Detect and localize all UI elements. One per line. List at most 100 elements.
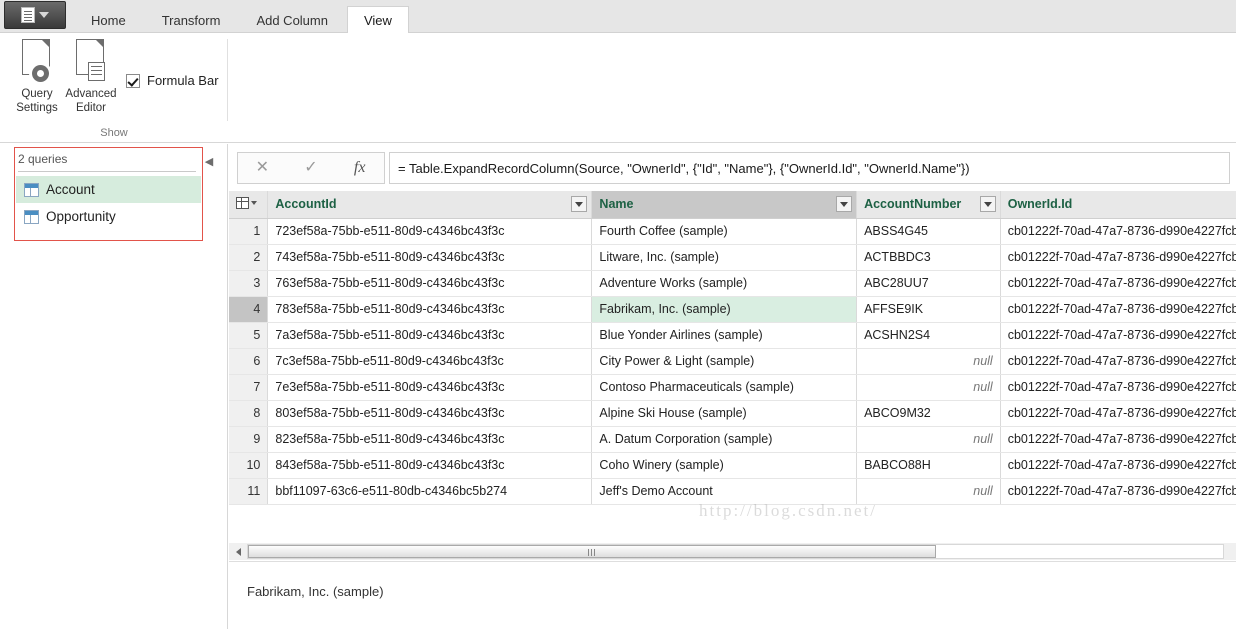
table-row[interactable]: 2 743ef58a-75bb-e511-80d9-c4346bc43f3c L… <box>229 244 1236 271</box>
cell-ownerid-id[interactable]: cb01222f-70ad-47a7-8736-d990e4227fcb <box>1000 270 1236 297</box>
cell-name[interactable]: Fourth Coffee (sample) <box>591 218 858 245</box>
row-number[interactable]: 1 <box>229 218 269 245</box>
cell-accountid[interactable]: 803ef58a-75bb-e511-80d9-c4346bc43f3c <box>267 400 593 427</box>
cell-accountid[interactable]: 743ef58a-75bb-e511-80d9-c4346bc43f3c <box>267 244 593 271</box>
table-row[interactable]: 10 843ef58a-75bb-e511-80d9-c4346bc43f3c … <box>229 452 1236 479</box>
check-icon[interactable]: ✓ <box>287 153 336 183</box>
table-row[interactable]: 1 723ef58a-75bb-e511-80d9-c4346bc43f3c F… <box>229 218 1236 245</box>
cell-ownerid-id[interactable]: cb01222f-70ad-47a7-8736-d990e4227fcb <box>1000 478 1236 505</box>
cell-name[interactable]: Fabrikam, Inc. (sample) <box>591 296 858 323</box>
data-grid-table: AccountId Name AccountNumber OwnerId.Id <box>229 191 1236 505</box>
cell-name[interactable]: Blue Yonder Airlines (sample) <box>591 322 858 349</box>
cell-accountnumber[interactable]: ACSHN2S4 <box>856 322 1001 349</box>
cell-ownerid-id[interactable]: cb01222f-70ad-47a7-8736-d990e4227fcb <box>1000 244 1236 271</box>
table-row[interactable]: 8 803ef58a-75bb-e511-80d9-c4346bc43f3c A… <box>229 400 1236 427</box>
close-icon[interactable]: ✕ <box>238 153 287 183</box>
column-header-ownerid-id[interactable]: OwnerId.Id <box>1000 191 1236 219</box>
formula-input[interactable]: = Table.ExpandRecordColumn(Source, "Owne… <box>389 152 1230 184</box>
cell-ownerid-id[interactable]: cb01222f-70ad-47a7-8736-d990e4227fcb <box>1000 426 1236 453</box>
cell-name[interactable]: Coho Winery (sample) <box>591 452 858 479</box>
table-row[interactable]: 7 7e3ef58a-75bb-e511-80d9-c4346bc43f3c C… <box>229 374 1236 401</box>
query-settings-icon <box>18 39 56 83</box>
cell-accountnumber[interactable]: null <box>856 348 1001 375</box>
cell-ownerid-id[interactable]: cb01222f-70ad-47a7-8736-d990e4227fcb <box>1000 348 1236 375</box>
select-all-grid-icon[interactable] <box>229 191 269 219</box>
query-item-account[interactable]: Account <box>16 176 201 203</box>
cell-accountnumber[interactable]: ABSS4G45 <box>856 218 1001 245</box>
cell-ownerid-id[interactable]: cb01222f-70ad-47a7-8736-d990e4227fcb <box>1000 400 1236 427</box>
cell-accountid[interactable]: 7a3ef58a-75bb-e511-80d9-c4346bc43f3c <box>267 322 593 349</box>
cell-name[interactable]: Adventure Works (sample) <box>591 270 858 297</box>
cell-accountid[interactable]: 7e3ef58a-75bb-e511-80d9-c4346bc43f3c <box>267 374 593 401</box>
cell-name[interactable]: A. Datum Corporation (sample) <box>591 426 858 453</box>
cell-name[interactable]: Litware, Inc. (sample) <box>591 244 858 271</box>
cell-accountid[interactable]: 843ef58a-75bb-e511-80d9-c4346bc43f3c <box>267 452 593 479</box>
fx-icon[interactable]: fx <box>335 153 384 183</box>
query-item-opportunity[interactable]: Opportunity <box>16 203 201 230</box>
app-menu-icon <box>21 7 35 23</box>
cell-ownerid-id[interactable]: cb01222f-70ad-47a7-8736-d990e4227fcb <box>1000 218 1236 245</box>
scrollbar-track[interactable] <box>247 544 1224 559</box>
cell-accountid[interactable]: 7c3ef58a-75bb-e511-80d9-c4346bc43f3c <box>267 348 593 375</box>
cell-accountid[interactable]: 723ef58a-75bb-e511-80d9-c4346bc43f3c <box>267 218 593 245</box>
checkbox-checked-icon <box>126 73 140 88</box>
cell-accountnumber[interactable]: ABC28UU7 <box>856 270 1001 297</box>
column-header-accountid-label: AccountId <box>275 197 337 212</box>
cell-accountnumber[interactable]: AFFSE9IK <box>856 296 1001 323</box>
filter-chevron-icon[interactable] <box>979 196 996 212</box>
queries-list: Account Opportunity <box>16 176 201 230</box>
cell-accountnumber[interactable]: null <box>856 426 1001 453</box>
cell-ownerid-id[interactable]: cb01222f-70ad-47a7-8736-d990e4227fcb <box>1000 374 1236 401</box>
row-number[interactable]: 10 <box>229 452 269 479</box>
table-row[interactable]: 9 823ef58a-75bb-e511-80d9-c4346bc43f3c A… <box>229 426 1236 453</box>
cell-name[interactable]: Alpine Ski House (sample) <box>591 400 858 427</box>
row-number[interactable]: 9 <box>229 426 269 453</box>
row-number[interactable]: 4 <box>229 296 269 323</box>
data-grid-header: AccountId Name AccountNumber OwnerId.Id <box>229 191 1236 219</box>
cell-accountid[interactable]: 823ef58a-75bb-e511-80d9-c4346bc43f3c <box>267 426 593 453</box>
table-row[interactable]: 11 bbf11097-63c6-e511-80db-c4346bc5b274 … <box>229 478 1236 505</box>
row-number[interactable]: 11 <box>229 478 269 505</box>
scrollbar-thumb[interactable] <box>248 545 936 558</box>
row-number[interactable]: 7 <box>229 374 269 401</box>
cell-name[interactable]: Jeff's Demo Account <box>591 478 858 505</box>
table-row[interactable]: 5 7a3ef58a-75bb-e511-80d9-c4346bc43f3c B… <box>229 322 1236 349</box>
collapse-left-chevron-icon[interactable]: ◀ <box>203 156 215 168</box>
tab-home[interactable]: Home <box>74 7 143 33</box>
table-row[interactable]: 4 783ef58a-75bb-e511-80d9-c4346bc43f3c F… <box>229 296 1236 323</box>
ribbon-body: Query Settings Advanced Editor Formula B… <box>0 33 1236 143</box>
formula-bar-checkbox[interactable]: Formula Bar <box>126 73 219 88</box>
cell-accountid[interactable]: 783ef58a-75bb-e511-80d9-c4346bc43f3c <box>267 296 593 323</box>
row-number[interactable]: 6 <box>229 348 269 375</box>
cell-accountnumber[interactable]: ACTBBDC3 <box>856 244 1001 271</box>
cell-accountnumber[interactable]: BABCO88H <box>856 452 1001 479</box>
scroll-left-arrow-icon[interactable] <box>231 543 245 560</box>
tab-transform[interactable]: Transform <box>145 7 238 33</box>
row-number[interactable]: 2 <box>229 244 269 271</box>
cell-ownerid-id[interactable]: cb01222f-70ad-47a7-8736-d990e4227fcb <box>1000 296 1236 323</box>
tab-view[interactable]: View <box>346 6 409 34</box>
column-header-accountnumber[interactable]: AccountNumber <box>856 191 1001 219</box>
table-row[interactable]: 3 763ef58a-75bb-e511-80d9-c4346bc43f3c A… <box>229 270 1236 297</box>
table-row[interactable]: 6 7c3ef58a-75bb-e511-80d9-c4346bc43f3c C… <box>229 348 1236 375</box>
column-header-accountid[interactable]: AccountId <box>267 191 593 219</box>
cell-accountnumber[interactable]: ABCO9M32 <box>856 400 1001 427</box>
app-menu-button[interactable] <box>4 1 66 29</box>
cell-accountid[interactable]: bbf11097-63c6-e511-80db-c4346bc5b274 <box>267 478 593 505</box>
filter-chevron-icon[interactable] <box>571 196 588 212</box>
cell-ownerid-id[interactable]: cb01222f-70ad-47a7-8736-d990e4227fcb <box>1000 452 1236 479</box>
row-number[interactable]: 8 <box>229 400 269 427</box>
cell-accountnumber[interactable]: null <box>856 374 1001 401</box>
cell-name[interactable]: City Power & Light (sample) <box>591 348 858 375</box>
advanced-editor-button[interactable]: Advanced Editor <box>58 39 124 115</box>
tab-add-column[interactable]: Add Column <box>239 7 345 33</box>
cell-accountnumber[interactable]: null <box>856 478 1001 505</box>
row-number[interactable]: 5 <box>229 322 269 349</box>
cell-accountid[interactable]: 763ef58a-75bb-e511-80d9-c4346bc43f3c <box>267 270 593 297</box>
column-header-name[interactable]: Name <box>591 191 858 219</box>
cell-ownerid-id[interactable]: cb01222f-70ad-47a7-8736-d990e4227fcb <box>1000 322 1236 349</box>
cell-name[interactable]: Contoso Pharmaceuticals (sample) <box>591 374 858 401</box>
horizontal-scrollbar[interactable] <box>229 543 1236 560</box>
filter-chevron-icon[interactable] <box>836 196 853 212</box>
row-number[interactable]: 3 <box>229 270 269 297</box>
